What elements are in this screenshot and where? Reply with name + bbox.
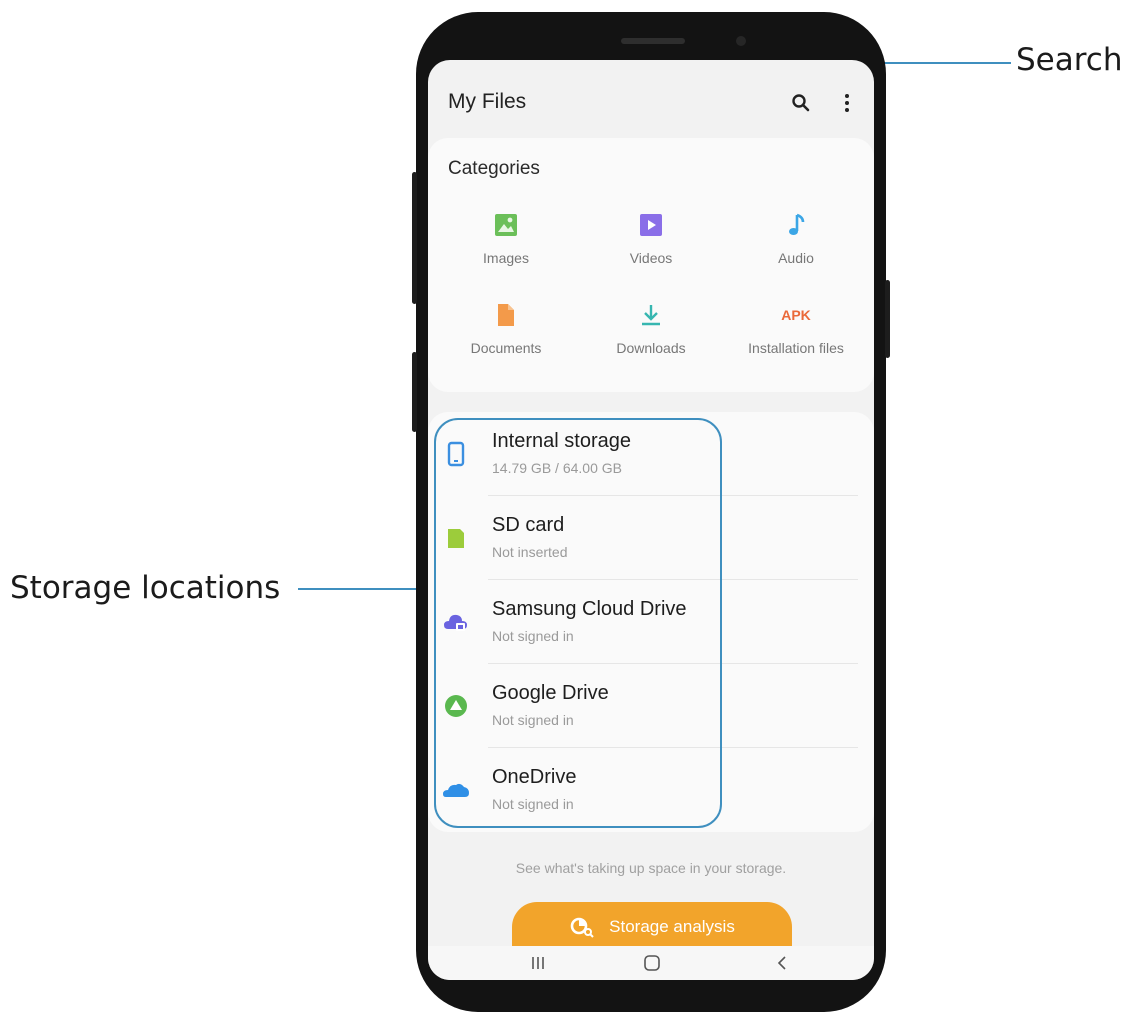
app-bar: My Files (428, 60, 874, 138)
storage-analysis-label: Storage analysis (609, 917, 735, 936)
categories-title: Categories (448, 158, 540, 179)
download-icon (642, 305, 660, 326)
more-vert-icon (845, 94, 849, 112)
storage-callout-line (298, 588, 434, 590)
category-audio[interactable]: Audio (724, 212, 868, 266)
front-camera (736, 36, 746, 46)
home-icon (644, 955, 660, 971)
category-label: Images (483, 250, 529, 266)
phone-frame: My Files Categories Images Videos Audio … (412, 12, 890, 1012)
category-label: Audio (778, 250, 814, 266)
storage-card: Internal storage 14.79 GB / 64.00 GB SD … (428, 412, 874, 832)
apk-icon: APK (781, 307, 811, 323)
video-icon (640, 214, 662, 236)
back-icon (777, 956, 786, 970)
category-label: Documents (470, 340, 542, 356)
storage-analysis-button[interactable]: Storage analysis (512, 902, 792, 952)
category-label: Videos (629, 250, 673, 266)
recents-icon (532, 957, 544, 969)
search-callout-label: Search (1016, 42, 1123, 78)
categories-card: Categories Images Videos Audio Documents… (428, 138, 874, 392)
category-downloads[interactable]: Downloads (579, 302, 723, 356)
image-icon (495, 214, 517, 236)
category-videos[interactable]: Videos (579, 212, 723, 266)
home-button[interactable] (640, 952, 664, 974)
storage-hint-text: See what's taking up space in your stora… (515, 860, 787, 876)
document-icon (498, 304, 514, 326)
search-button[interactable] (786, 88, 816, 118)
page-title: My Files (448, 90, 527, 113)
back-button[interactable] (770, 952, 794, 974)
system-nav-bar (428, 946, 874, 980)
storage-analysis-icon (570, 917, 594, 938)
category-images[interactable]: Images (434, 212, 578, 266)
category-label: Downloads (616, 340, 686, 356)
music-note-icon (789, 213, 805, 235)
earpiece-speaker (621, 38, 685, 44)
category-label: Installation files (748, 340, 844, 356)
more-options-button[interactable] (832, 88, 862, 118)
bixby-button (412, 352, 417, 432)
storage-callout-label: Storage locations (10, 570, 281, 606)
search-icon (792, 94, 810, 112)
category-documents[interactable]: Documents (434, 302, 578, 356)
storage-locations-highlight (434, 418, 722, 828)
power-button (885, 280, 890, 358)
volume-button (412, 172, 417, 304)
screen: My Files Categories Images Videos Audio … (428, 60, 874, 980)
recents-button[interactable] (526, 952, 550, 974)
category-installation-files[interactable]: APK Installation files (724, 302, 868, 356)
